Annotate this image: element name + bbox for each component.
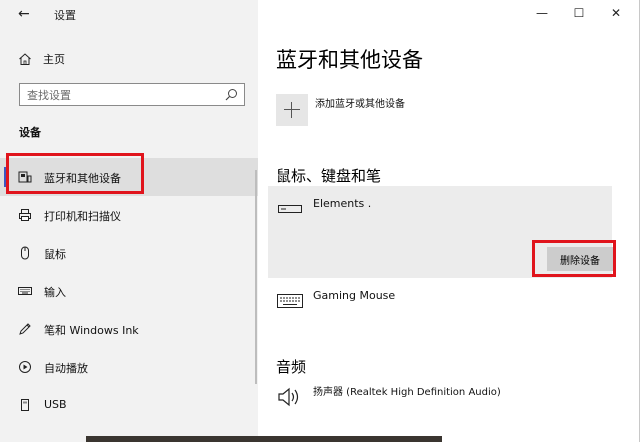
usb-icon (21, 399, 29, 411)
search-icon[interactable] (225, 88, 238, 101)
main-content: — ☐ ✕ 蓝牙和其他设备 添加蓝牙或其他设备 鼠标、键盘和笔 Elements… (258, 0, 640, 442)
sidebar: ← 设置 主页 设备 蓝牙和其他设备 打印机和 (0, 0, 258, 442)
page-title: 蓝牙和其他设备 (276, 48, 423, 72)
minimize-icon[interactable]: — (534, 6, 550, 20)
title-bar: ← 设置 (0, 0, 258, 28)
autoplay-icon (19, 361, 31, 373)
add-device-button[interactable] (276, 94, 308, 126)
highlight-box (532, 240, 616, 277)
sidebar-item-mouse[interactable]: 鼠标 (0, 234, 258, 272)
close-icon[interactable]: ✕ (608, 6, 624, 20)
sidebar-item-label: 鼠标 (44, 248, 66, 261)
sidebar-item-typing[interactable]: 输入 (0, 272, 258, 310)
home-icon (19, 53, 31, 65)
sidebar-scrollbar[interactable] (255, 170, 257, 384)
pen-icon (19, 323, 31, 335)
usb-drive-icon (278, 205, 302, 213)
home-link[interactable]: 主页 (18, 50, 65, 68)
maximize-icon[interactable]: ☐ (571, 6, 587, 20)
keyboard-icon (277, 294, 303, 308)
sidebar-item-autoplay[interactable]: 自动播放 (0, 348, 258, 386)
home-label: 主页 (43, 53, 65, 66)
section-heading-mouse: 鼠标、键盘和笔 (276, 167, 382, 185)
device-name[interactable]: Gaming Mouse (313, 289, 395, 302)
sidebar-item-label: 打印机和扫描仪 (44, 210, 121, 223)
sidebar-item-label: 笔和 Windows Ink (44, 324, 139, 337)
sidebar-item-label: 输入 (44, 286, 66, 299)
device-name[interactable]: 扬声器 (Realtek High Definition Audio) (313, 383, 501, 398)
background-strip (86, 436, 442, 442)
sidebar-item-pen[interactable]: 笔和 Windows Ink (0, 310, 258, 348)
sidebar-item-label: USB (44, 398, 67, 411)
highlight-box (6, 153, 144, 194)
sidebar-item-printers[interactable]: 打印机和扫描仪 (0, 196, 258, 234)
keyboard-icon (18, 287, 32, 295)
back-arrow-icon[interactable]: ← (18, 6, 30, 22)
section-title: 设备 (19, 126, 41, 139)
speaker-icon (278, 387, 299, 407)
add-device-label[interactable]: 添加蓝牙或其他设备 (315, 95, 405, 110)
printer-icon (19, 209, 31, 221)
app-title: 设置 (54, 9, 76, 22)
search-input[interactable] (20, 85, 210, 106)
search-box (19, 83, 245, 106)
section-heading-audio: 音频 (276, 358, 307, 376)
sidebar-item-usb[interactable]: USB (0, 386, 258, 424)
sidebar-item-label: 自动播放 (44, 362, 88, 375)
device-name: Elements . (313, 197, 372, 210)
mouse-icon (21, 246, 29, 260)
